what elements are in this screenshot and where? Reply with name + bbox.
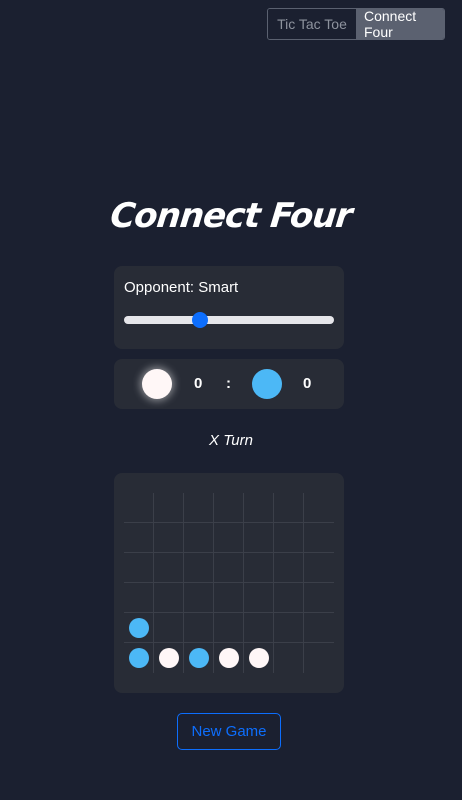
white-score: 0 [194,375,203,392]
blue-player-disc-icon [252,369,282,399]
white-disc-icon [219,648,239,668]
white-player-disc-icon [142,369,172,399]
turn-status: X Turn [209,432,253,449]
board-column-line [243,493,244,673]
board-row-line [124,552,334,553]
board-column-line [213,493,214,673]
new-game-button[interactable]: New Game [177,713,281,750]
opponent-label: Opponent: Smart [124,279,239,296]
board-row-line [124,642,334,643]
blue-score: 0 [303,375,312,392]
blue-disc-icon [129,648,149,668]
board-row-line [124,612,334,613]
opponent-panel: Opponent: Smart [114,266,344,349]
board-row-line [124,522,334,523]
blue-disc-icon [129,618,149,638]
board-row-line [124,582,334,583]
board-column-line [153,493,154,673]
white-disc-icon [249,648,269,668]
tab-connect-four[interactable]: Connect Four [356,9,444,39]
board-column-line [183,493,184,673]
game-switch: Tic Tac Toe Connect Four [267,8,445,40]
opponent-slider[interactable] [124,316,334,324]
game-board[interactable] [124,493,334,673]
score-separator: : [226,375,231,392]
page-title: Connect Four [108,196,354,236]
board-column-line [273,493,274,673]
tab-tic-tac-toe[interactable]: Tic Tac Toe [268,9,356,39]
white-disc-icon [159,648,179,668]
opponent-slider-thumb[interactable] [192,312,208,328]
board-column-line [303,493,304,673]
blue-disc-icon [189,648,209,668]
